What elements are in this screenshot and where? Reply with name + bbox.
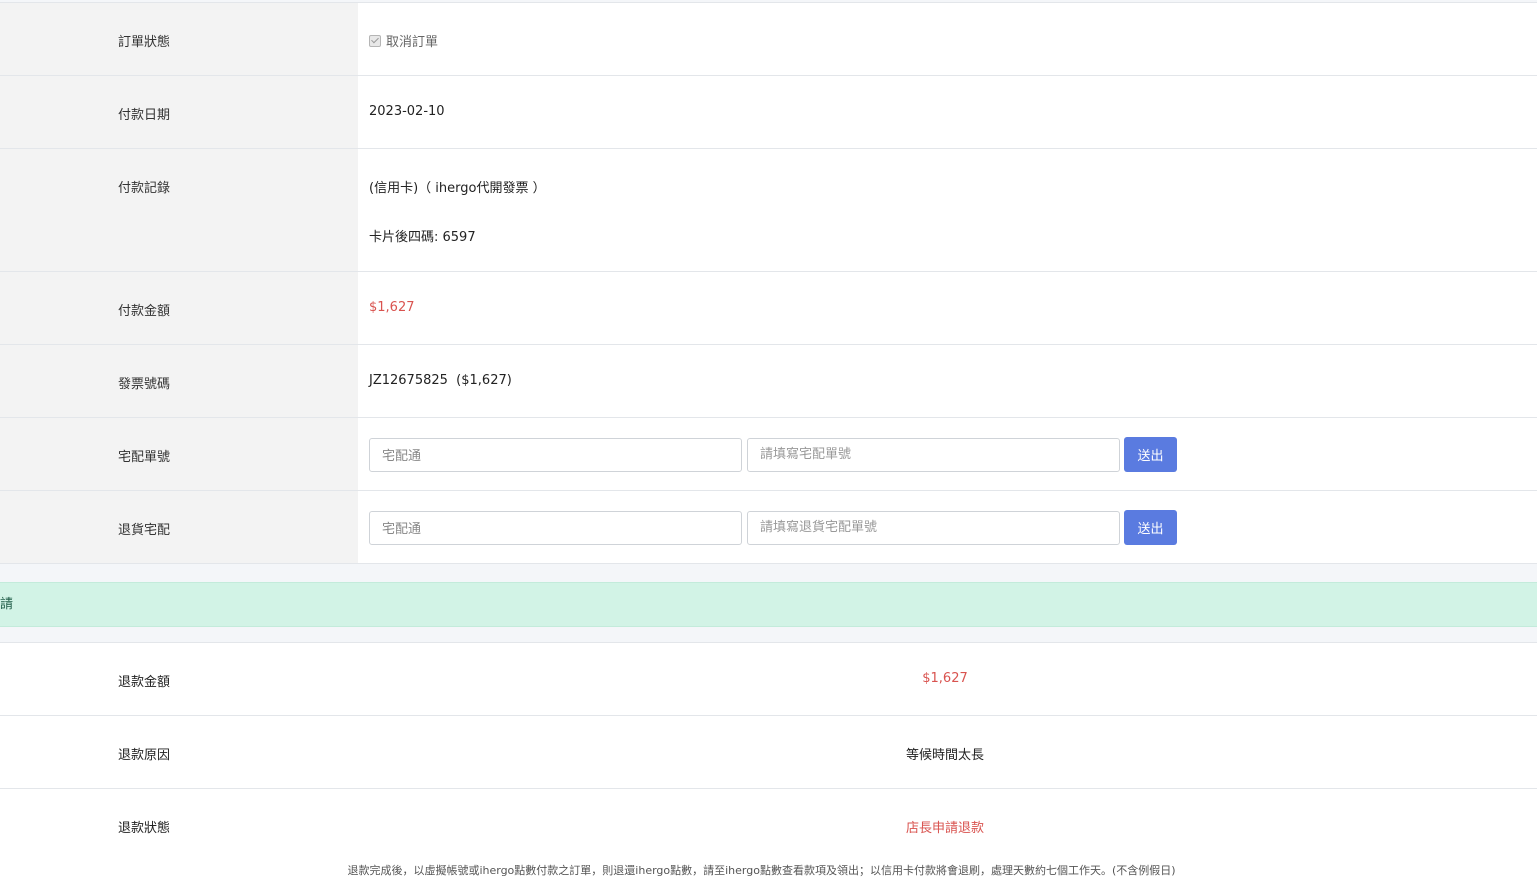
- return-shipping-row: 退貨宅配 送出: [0, 491, 1537, 564]
- refund-amount-label: 退款金額: [118, 675, 171, 690]
- invoice-row: 發票號碼 JZ12675825 ($1,627): [0, 345, 1537, 418]
- refund-status-row: 退款狀態 店長申請退款: [0, 789, 1537, 862]
- payment-amount-row: 付款金額 $1,627: [0, 272, 1537, 345]
- return-carrier-field[interactable]: [369, 510, 742, 545]
- order-detail-table: 訂單狀態 取消訂單 付款日期 2023-02-10 付款記錄 (信用卡)（ ih…: [0, 2, 1537, 564]
- payment-amount-label: 付款金額: [0, 272, 358, 344]
- payment-record-value: (信用卡)（ ihergo代開發票 ） 卡片後四碼: 6597: [358, 149, 1537, 271]
- order-status-row: 訂單狀態 取消訂單: [0, 3, 1537, 76]
- refund-amount-row: 退款金額 $1,627: [0, 643, 1537, 716]
- order-status-label: 訂單狀態: [0, 3, 358, 75]
- payment-record-row: 付款記錄 (信用卡)（ ihergo代開發票 ） 卡片後四碼: 6597: [0, 149, 1537, 272]
- refund-status-label: 退款狀態: [118, 821, 171, 836]
- return-shipping-input-group: 送出: [369, 491, 1537, 545]
- card-last-digits-text: 卡片後四碼: 6597: [369, 230, 476, 245]
- refund-reason-label: 退款原因: [118, 748, 171, 763]
- cancel-order-label: 取消訂單: [386, 35, 439, 50]
- return-submit-button[interactable]: 送出: [1124, 510, 1177, 545]
- payment-date-label: 付款日期: [0, 76, 358, 148]
- order-status-value: 取消訂單: [358, 3, 1537, 75]
- payment-date-value: 2023-02-10: [358, 76, 1537, 148]
- shipping-submit-button[interactable]: 送出: [1124, 437, 1177, 472]
- payment-amount-value: $1,627: [358, 272, 1537, 344]
- refund-amount-value: $1,627: [922, 671, 968, 686]
- return-shipping-label: 退貨宅配: [0, 491, 358, 563]
- payment-record-label: 付款記錄: [0, 149, 358, 271]
- refund-reason-row: 退款原因 等候時間太長: [0, 716, 1537, 789]
- payment-date-row: 付款日期 2023-02-10: [0, 76, 1537, 149]
- invoice-value: JZ12675825 ($1,627): [358, 345, 1537, 417]
- refund-table: 退款金額 $1,627 退款原因 等候時間太長 退款狀態 店長申請退款: [0, 642, 1537, 862]
- shipping-controls: 送出: [358, 418, 1537, 490]
- refund-section-header: 請: [0, 582, 1537, 627]
- refund-note: 退款完成後，以虛擬帳號或ihergo點數付款之訂單，則退還ihergo點數，請至…: [0, 861, 1537, 887]
- return-tracking-input[interactable]: [747, 510, 1120, 545]
- shipping-label: 宅配單號: [0, 418, 358, 490]
- shipping-tracking-input[interactable]: [747, 437, 1120, 472]
- shipping-row: 宅配單號 送出: [0, 418, 1537, 491]
- refund-reason-value: 等候時間太長: [905, 748, 984, 763]
- refund-note-text: 退款完成後，以虛擬帳號或ihergo點數付款之訂單，則退還ihergo點數，請至…: [347, 864, 1176, 877]
- shipping-carrier-field[interactable]: [369, 437, 742, 472]
- invoice-label: 發票號碼: [0, 345, 358, 417]
- refund-status-value: 店長申請退款: [905, 821, 984, 836]
- cancel-order-checkbox[interactable]: [369, 35, 381, 47]
- shipping-input-group: 送出: [369, 418, 1537, 472]
- return-shipping-controls: 送出: [358, 491, 1537, 563]
- payment-method-text: (信用卡)（ ihergo代開發票 ）: [369, 181, 546, 196]
